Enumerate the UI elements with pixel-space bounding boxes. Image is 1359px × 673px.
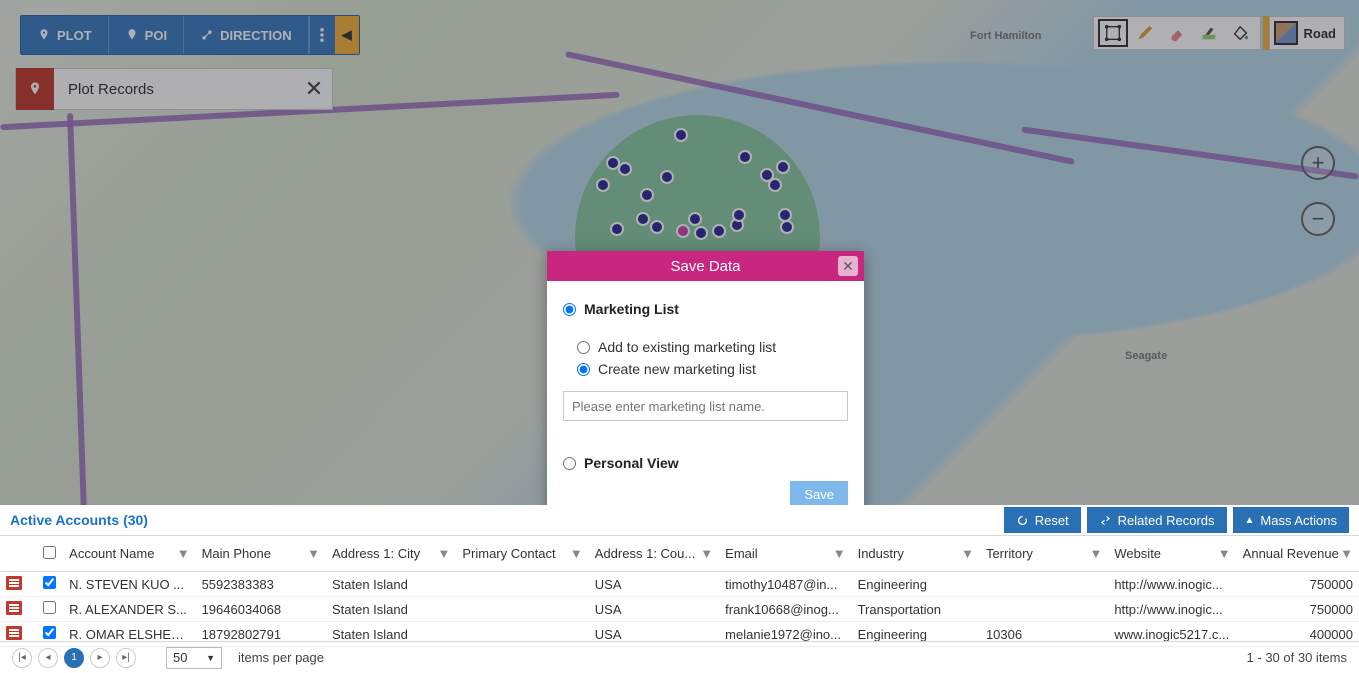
select-all-checkbox[interactable] [43, 546, 56, 559]
table-row[interactable]: R. ALEXANDER S... 19646034068 Staten Isl… [0, 597, 1359, 622]
record-icon [6, 601, 22, 615]
filter-icon[interactable]: ▼ [833, 546, 846, 561]
records-panel: Active Accounts (30) Reset Related Recor… [0, 505, 1359, 673]
add-existing-radio[interactable]: Add to existing marketing list [577, 339, 848, 355]
personal-view-label: Personal View [584, 455, 679, 471]
related-records-label: Related Records [1118, 513, 1215, 528]
col-primary-contact[interactable]: Primary Contact▼ [456, 536, 588, 572]
marketing-list-radio-input[interactable] [563, 303, 576, 316]
filter-icon[interactable]: ▼ [177, 546, 190, 561]
related-records-button[interactable]: Related Records [1087, 507, 1227, 533]
add-existing-radio-input[interactable] [577, 341, 590, 354]
col-website[interactable]: Website▼ [1108, 536, 1236, 572]
col-country[interactable]: Address 1: Cou...▼ [589, 536, 719, 572]
mass-actions-label: Mass Actions [1260, 513, 1337, 528]
records-table: Account Name▼ Main Phone▼ Address 1: Cit… [0, 535, 1359, 647]
col-industry[interactable]: Industry▼ [852, 536, 980, 572]
col-email[interactable]: Email▼ [719, 536, 851, 572]
pager-next[interactable]: ▸ [90, 648, 110, 668]
mass-actions-button[interactable]: ▲ Mass Actions [1233, 507, 1350, 533]
marketing-list-label: Marketing List [584, 301, 679, 317]
col-annual-revenue[interactable]: Annual Revenue▼ [1237, 536, 1359, 572]
swap-icon [1099, 514, 1112, 527]
record-icon [6, 576, 22, 590]
modal-header: Save Data ✕ [547, 251, 864, 281]
table-header-row: Account Name▼ Main Phone▼ Address 1: Cit… [0, 536, 1359, 572]
col-territory[interactable]: Territory▼ [980, 536, 1108, 572]
filter-icon[interactable]: ▼ [307, 546, 320, 561]
pager: |◂ ◂ 1 ▸ ▸| 50 ▼ items per page 1 - 30 o… [0, 641, 1359, 673]
reset-button[interactable]: Reset [1004, 507, 1081, 533]
filter-icon[interactable]: ▼ [570, 546, 583, 561]
personal-view-radio[interactable]: Personal View [563, 455, 848, 471]
pager-last[interactable]: ▸| [116, 648, 136, 668]
row-checkbox[interactable] [43, 601, 56, 614]
chevron-down-icon: ▼ [206, 653, 215, 663]
active-accounts-label[interactable]: Active Accounts (30) [10, 512, 148, 528]
filter-icon[interactable]: ▼ [1218, 546, 1231, 561]
record-icon [6, 626, 22, 640]
filter-icon[interactable]: ▼ [961, 546, 974, 561]
col-main-phone[interactable]: Main Phone▼ [196, 536, 326, 572]
refresh-icon [1016, 514, 1029, 527]
save-button[interactable]: Save [790, 481, 848, 508]
table-row[interactable]: N. STEVEN KUO ... 5592383383 Staten Isla… [0, 572, 1359, 597]
marketing-list-name-input[interactable] [563, 391, 848, 421]
chevron-up-icon: ▲ [1245, 515, 1255, 526]
row-checkbox[interactable] [43, 576, 56, 589]
page-size-value: 50 [173, 650, 187, 665]
save-data-modal: Save Data ✕ Marketing List Add to existi… [547, 251, 864, 524]
marketing-list-radio[interactable]: Marketing List [563, 301, 848, 317]
col-account-name[interactable]: Account Name▼ [63, 536, 195, 572]
page-size-select[interactable]: 50 ▼ [166, 647, 222, 669]
create-new-radio[interactable]: Create new marketing list [577, 361, 848, 377]
personal-view-radio-input[interactable] [563, 457, 576, 470]
pager-count: 1 - 30 of 30 items [1247, 650, 1347, 665]
pager-first[interactable]: |◂ [12, 648, 32, 668]
reset-label: Reset [1035, 513, 1069, 528]
add-existing-label: Add to existing marketing list [598, 339, 776, 355]
create-new-radio-input[interactable] [577, 363, 590, 376]
filter-icon[interactable]: ▼ [1089, 546, 1102, 561]
create-new-label: Create new marketing list [598, 361, 756, 377]
pager-current[interactable]: 1 [64, 648, 84, 668]
modal-title: Save Data [670, 258, 740, 275]
modal-close-button[interactable]: ✕ [838, 256, 858, 276]
pager-prev[interactable]: ◂ [38, 648, 58, 668]
page-size-label: items per page [238, 650, 324, 665]
close-icon: ✕ [842, 258, 854, 275]
row-checkbox[interactable] [43, 626, 56, 639]
filter-icon[interactable]: ▼ [1340, 546, 1353, 561]
col-city[interactable]: Address 1: City▼ [326, 536, 456, 572]
filter-icon[interactable]: ▼ [437, 546, 450, 561]
filter-icon[interactable]: ▼ [700, 546, 713, 561]
